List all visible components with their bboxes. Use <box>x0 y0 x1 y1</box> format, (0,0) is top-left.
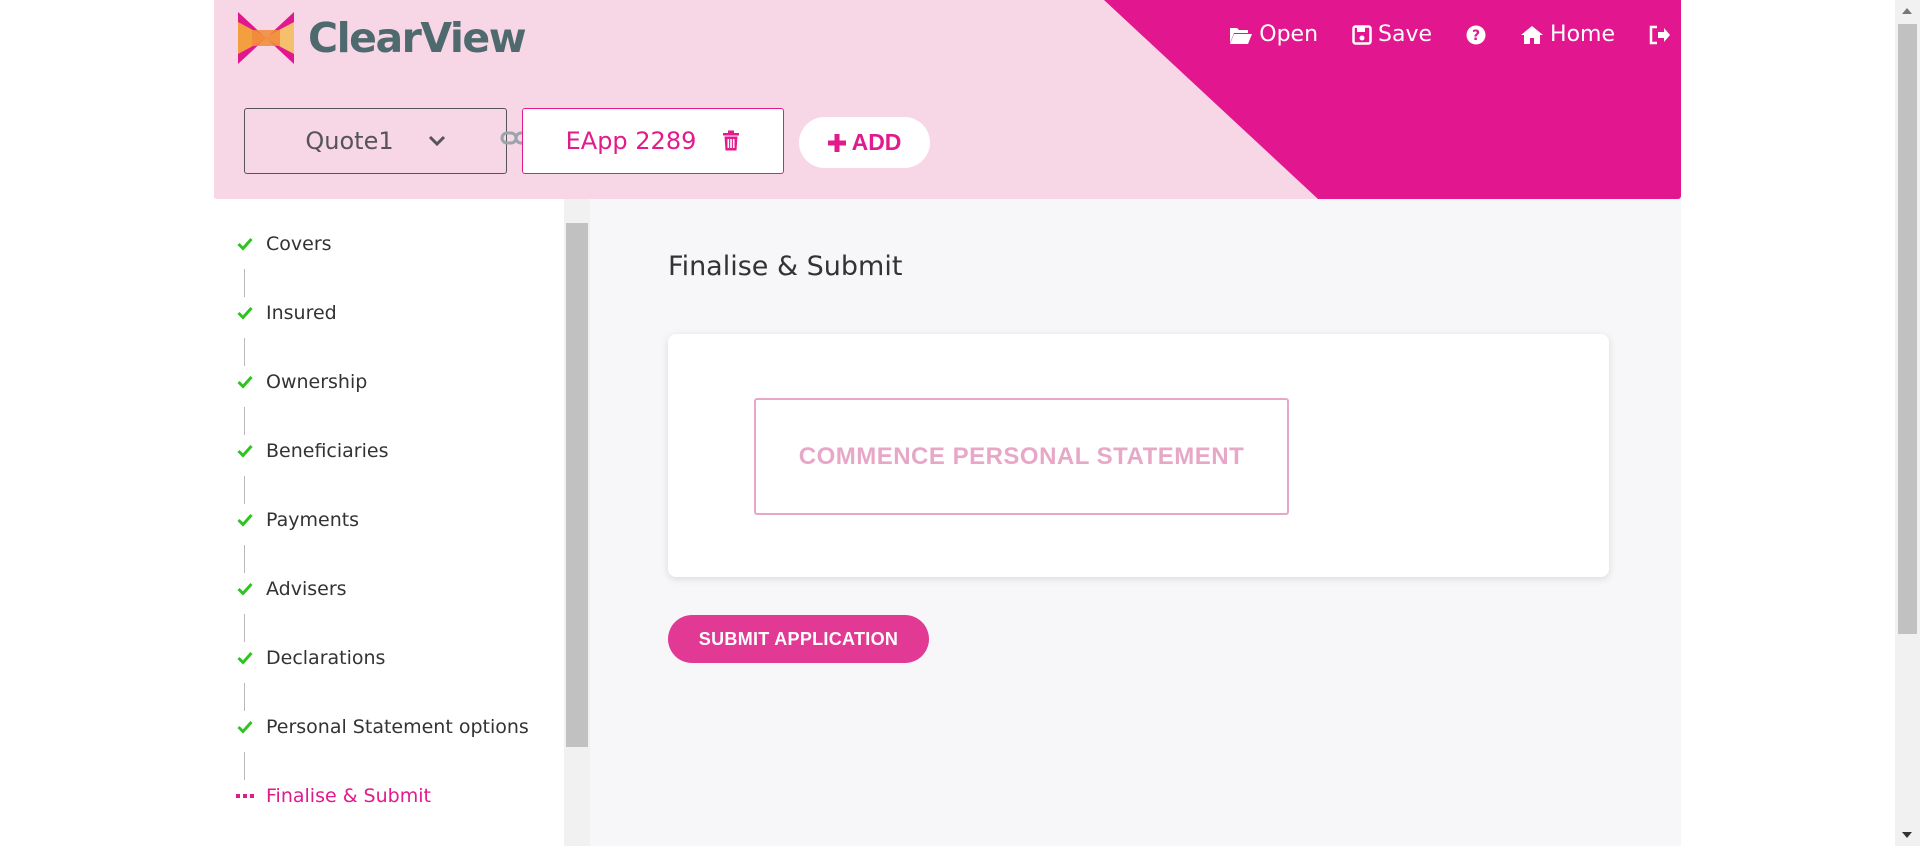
open-button[interactable]: Open <box>1229 22 1318 47</box>
step-connector <box>244 752 245 780</box>
save-button[interactable]: Save <box>1352 22 1432 47</box>
check-icon <box>234 578 256 600</box>
home-button[interactable]: Home <box>1520 22 1615 47</box>
step-connector <box>244 614 245 642</box>
sidebar-item-advisers[interactable]: Advisers <box>234 576 529 645</box>
sidebar-item-ownership[interactable]: Ownership <box>234 369 529 438</box>
personal-statement-card: COMMENCE PERSONAL STATEMENT <box>668 334 1609 577</box>
home-icon <box>1521 25 1544 44</box>
step-connector <box>244 545 245 573</box>
check-icon <box>234 509 256 531</box>
sidebar-scrollbar[interactable] <box>564 199 590 846</box>
chevron-down-icon <box>428 135 445 147</box>
main-content: Finalise & Submit COMMENCE PERSONAL STAT… <box>590 199 1681 846</box>
sidebar-scroll-thumb[interactable] <box>566 223 588 747</box>
add-button[interactable]: ADD <box>799 117 930 168</box>
sidebar-item-label: Advisers <box>266 578 347 600</box>
in-progress-dots-icon <box>234 785 256 807</box>
sign-out-icon <box>1649 25 1670 44</box>
sidebar-item-insured[interactable]: Insured <box>234 300 529 369</box>
commence-personal-statement-button[interactable]: COMMENCE PERSONAL STATEMENT <box>754 398 1289 515</box>
logo-mark-icon <box>238 12 294 64</box>
sidebar-item-label: Beneficiaries <box>266 440 389 462</box>
sidebar-item-label: Payments <box>266 509 360 531</box>
sidebar-item-declarations[interactable]: Declarations <box>234 645 529 714</box>
brand-name: ClearView <box>308 14 527 62</box>
sidebar-item-label: Covers <box>266 233 332 255</box>
sidebar-item-payments[interactable]: Payments <box>234 507 529 576</box>
step-connector <box>244 338 245 366</box>
sidebar-item-label: Finalise & Submit <box>266 785 431 807</box>
check-icon <box>234 233 256 255</box>
trash-icon[interactable] <box>722 130 740 152</box>
check-icon <box>234 302 256 324</box>
help-button[interactable]: ? <box>1466 25 1486 45</box>
eapp-label: EApp 2289 <box>565 127 697 155</box>
question-circle-icon: ? <box>1466 25 1486 44</box>
save-icon <box>1352 24 1372 45</box>
scroll-up-arrow-icon[interactable] <box>1902 8 1912 14</box>
logout-button[interactable] <box>1649 25 1671 45</box>
check-icon <box>234 371 256 393</box>
step-connector <box>244 476 245 504</box>
clearview-logo[interactable]: ClearView <box>238 12 527 64</box>
sidebar-item-beneficiaries[interactable]: Beneficiaries <box>234 438 529 507</box>
check-icon <box>234 440 256 462</box>
add-label: ADD <box>851 129 902 155</box>
submit-application-button[interactable]: SUBMIT APPLICATION <box>668 615 929 663</box>
app-window: ClearView Open Save ? Home Quote1 EApp 2… <box>214 0 1681 846</box>
folder-open-icon <box>1230 27 1253 44</box>
sidebar-item-covers[interactable]: Covers <box>234 231 529 300</box>
quote-select[interactable]: Quote1 <box>244 108 507 174</box>
page-title: Finalise & Submit <box>668 251 903 282</box>
step-list: Covers Insured Ownership Beneficiaries P… <box>234 231 529 846</box>
sidebar-item-personal-statement-options[interactable]: Personal Statement options <box>234 714 529 783</box>
sidebar: Covers Insured Ownership Beneficiaries P… <box>214 199 590 846</box>
window-scrollbar[interactable] <box>1895 0 1920 846</box>
check-icon <box>234 647 256 669</box>
sidebar-item-label: Insured <box>266 302 337 324</box>
svg-text:?: ? <box>1472 28 1480 44</box>
window-scroll-thumb[interactable] <box>1898 24 1917 634</box>
check-icon <box>234 716 256 738</box>
step-connector <box>244 269 245 297</box>
step-connector <box>244 407 245 435</box>
top-nav: Open Save ? Home <box>1229 22 1671 47</box>
eapp-tab[interactable]: EApp 2289 <box>522 108 784 174</box>
sidebar-item-label: Declarations <box>266 647 386 669</box>
header: ClearView Open Save ? Home Quote1 EApp 2… <box>214 0 1681 199</box>
home-label: Home <box>1550 22 1615 47</box>
plus-icon <box>827 133 846 152</box>
open-label: Open <box>1259 22 1319 47</box>
quote-select-value: Quote1 <box>305 127 394 155</box>
sidebar-item-label: Ownership <box>266 371 368 393</box>
sidebar-item-label: Personal Statement options <box>266 716 529 738</box>
step-connector <box>244 683 245 711</box>
sidebar-item-finalise-submit[interactable]: Finalise & Submit <box>234 783 529 846</box>
save-label: Save <box>1378 22 1433 47</box>
scroll-down-arrow-icon[interactable] <box>1902 832 1912 838</box>
